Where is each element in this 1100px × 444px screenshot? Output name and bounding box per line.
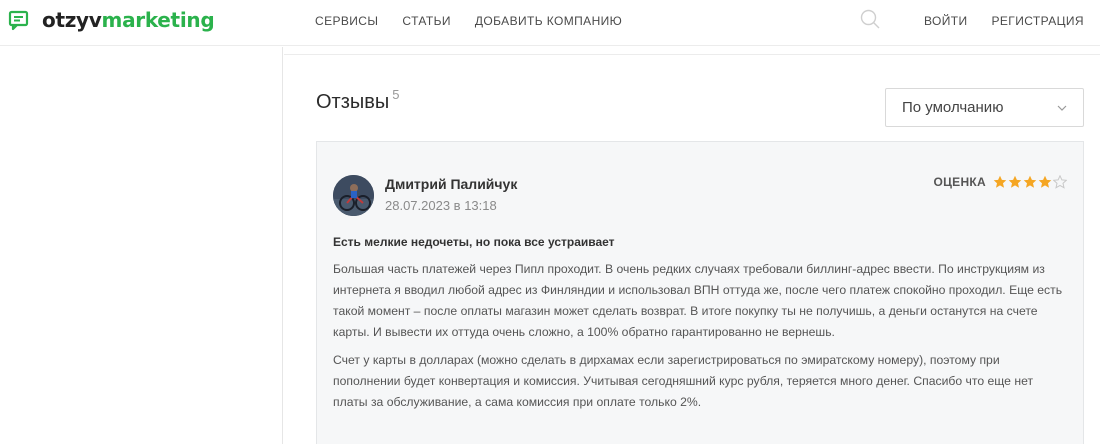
logo-text: otzyvmarketing [42,8,215,32]
avatar-image [333,175,374,216]
rating-label: ОЦЕНКА [933,175,986,189]
review-title: Есть мелкие недочеты, но пока все устраи… [333,235,615,249]
review-date: 28.07.2023 в 13:18 [385,198,497,213]
rating-stars [992,175,1067,189]
star-filled-icon [1038,175,1052,188]
search-icon[interactable] [860,9,880,29]
left-sidebar [0,47,283,444]
logo[interactable]: otzyvmarketing [8,8,215,32]
chevron-down-icon [1057,105,1067,111]
nav-item-add-company[interactable]: ДОБАВИТЬ КОМПАНИЮ [475,14,622,28]
review-body: Большая часть платежей через Пипл проход… [333,259,1069,420]
main-nav: СЕРВИСЫ СТАТЬИ ДОБАВИТЬ КОМПАНИЮ [315,14,646,28]
logo-text-part1: otzyv [42,8,102,32]
chat-bubble-icon [8,10,29,31]
star-empty-icon [1053,175,1067,189]
review-author[interactable]: Дмитрий Палийчук [385,176,517,192]
avatar [333,175,374,216]
star-filled-icon [993,175,1007,188]
divider [284,54,1100,55]
nav-item-articles[interactable]: СТАТЬИ [402,14,451,28]
reviews-heading: Отзывы 5 [316,87,400,114]
site-header: otzyvmarketing СЕРВИСЫ СТАТЬИ ДОБАВИТЬ К… [0,0,1100,46]
sort-select[interactable]: По умолчанию [885,88,1084,127]
review-card: Дмитрий Палийчук 28.07.2023 в 13:18 ОЦЕН… [316,141,1084,444]
review-paragraph: Большая часть платежей через Пипл проход… [333,262,1063,339]
rating: ОЦЕНКА [933,175,1067,189]
auth-links: ВОЙТИ РЕГИСТРАЦИЯ [900,14,1084,28]
star-filled-icon [1008,175,1022,188]
logo-text-part2: marketing [101,8,215,32]
login-link[interactable]: ВОЙТИ [924,14,968,28]
star-filled-icon [1023,175,1037,188]
reviews-title: Отзывы [316,91,390,113]
reviews-count: 5 [392,87,400,102]
nav-item-services[interactable]: СЕРВИСЫ [315,14,378,28]
review-paragraph: Счет у карты в долларах (можно сделать в… [333,353,1034,409]
sort-selected-value: По умолчанию [902,99,1004,116]
register-link[interactable]: РЕГИСТРАЦИЯ [991,14,1084,28]
